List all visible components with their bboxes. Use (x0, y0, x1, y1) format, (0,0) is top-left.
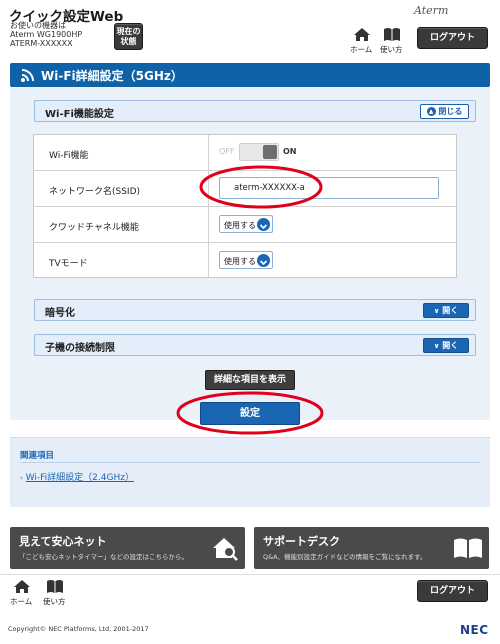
footer: ホーム 使い方 ログアウト Copyright© NEC Platforms, … (0, 574, 500, 644)
table-row-quad-channel: クワッドチャネル機能 使用する (34, 207, 456, 243)
table-row-tv-mode: TVモード 使用する (34, 243, 456, 279)
safety-net-subtitle: 「こども安心ネットタイマー」などの設定はこちらから。 (19, 553, 188, 561)
header-help-link[interactable]: 使い方 (380, 27, 404, 55)
current-status-button[interactable]: 現在の 状態 (114, 23, 143, 50)
expand-label: 開く (442, 306, 459, 315)
footer-home-link[interactable]: ホーム (10, 579, 34, 607)
safety-net-banner[interactable]: 見えて安心ネット 「こども安心ネットタイマー」などの設定はこちらから。 (10, 527, 245, 569)
ssid-label: ネットワーク名(SSID) (34, 171, 209, 206)
wifi-function-label: Wi-Fi機能 (34, 135, 209, 170)
tv-mode-label: TVモード (34, 243, 209, 278)
status-button-line1: 現在の (116, 27, 141, 36)
footer-help-link[interactable]: 使い方 (43, 579, 67, 607)
toggle-knob (263, 145, 277, 159)
table-row-ssid: ネットワーク名(SSID) (34, 171, 456, 207)
expand-label: 開く (442, 341, 459, 350)
help-label: 使い方 (380, 45, 403, 54)
wifi-off-label: OFF (219, 147, 235, 156)
section-header-wifi-function: Wi-Fi機能設定 ▲ 閉じる (34, 100, 476, 122)
header-home-link[interactable]: ホーム (350, 27, 374, 55)
section-title-wifi-function: Wi-Fi機能設定 (45, 109, 114, 120)
house-search-icon (213, 538, 238, 561)
section-header-client-limit: 子機の接続制限 ∨ 開く (34, 334, 476, 356)
page-title: Wi-Fi詳細設定（5GHz） (41, 69, 183, 83)
device-caption: お使いの機器は (10, 21, 66, 30)
quad-channel-value: 使用する (224, 221, 256, 230)
safety-net-title: 見えて安心ネット (19, 535, 107, 548)
section-title-encryption: 暗号化 (45, 308, 75, 319)
support-desk-banner[interactable]: サポートデスク Q&A、機能別設定ガイドなどの情報をご覧になれます。 (254, 527, 489, 569)
nec-logo: NEC (460, 623, 489, 637)
wifi-on-label: ON (283, 147, 297, 156)
chevron-up-icon: ▲ (426, 107, 436, 116)
home-label: ホーム (350, 45, 373, 54)
related-link-label: Wi-Fi詳細設定（2.4GHz） (25, 473, 134, 483)
support-desk-title: サポートデスク (263, 535, 340, 548)
section-title-client-limit: 子機の接続制限 (45, 343, 115, 354)
home-icon (354, 28, 370, 41)
device-model: Aterm WG1900HP (10, 30, 83, 39)
open-book-icon (454, 538, 482, 558)
bullet-icon: › (20, 474, 23, 482)
chevron-down-icon (257, 254, 270, 267)
logout-button[interactable]: ログアウト (417, 27, 488, 49)
show-details-button[interactable]: 詳細な項目を表示 (205, 370, 295, 390)
collapse-wifi-function-button[interactable]: ▲ 閉じる (420, 104, 469, 119)
expand-encryption-button[interactable]: ∨ 開く (423, 303, 469, 318)
book-icon (47, 580, 63, 593)
quad-channel-label: クワッドチャネル機能 (34, 207, 209, 242)
status-button-line2: 状態 (120, 37, 137, 46)
apply-button[interactable]: 設定 (200, 402, 300, 425)
device-name: ATERM-XXXXXX (10, 39, 73, 48)
support-desk-subtitle: Q&A、機能別設定ガイドなどの情報をご覧になれます。 (263, 553, 427, 561)
related-divider (20, 462, 480, 463)
section-header-encryption: 暗号化 ∨ 開く (34, 299, 476, 321)
header: クイック設定Web お使いの機器は Aterm WG1900HP ATERM-X… (0, 0, 500, 58)
wifi-icon (21, 69, 34, 82)
wifi-toggle-switch[interactable] (239, 143, 279, 161)
ssid-input[interactable] (219, 177, 439, 199)
related-title: 関連項目 (20, 451, 55, 461)
related-items: 関連項目 › Wi-Fi詳細設定（2.4GHz） (10, 437, 490, 507)
settings-table: Wi-Fi機能 OFF ON ネットワーク名(SSID) クワッドチャネル機能 … (33, 134, 457, 278)
footer-logout-button[interactable]: ログアウト (417, 580, 488, 602)
expand-client-limit-button[interactable]: ∨ 開く (423, 338, 469, 353)
tv-mode-value: 使用する (224, 257, 256, 266)
book-icon (384, 28, 400, 41)
copyright: Copyright© NEC Platforms, Ltd. 2001-2017 (8, 625, 149, 633)
tv-mode-select[interactable]: 使用する (219, 251, 273, 269)
collapse-label: 閉じる (438, 107, 463, 116)
chevron-down-icon: ∨ (433, 342, 440, 350)
home-icon (14, 580, 30, 593)
table-row-wifi: Wi-Fi機能 OFF ON (34, 135, 456, 171)
chevron-down-icon: ∨ (433, 307, 440, 315)
page-title-bar: Wi-Fi詳細設定（5GHz） (10, 63, 490, 87)
related-link-wifi-24ghz[interactable]: › Wi-Fi詳細設定（2.4GHz） (20, 470, 134, 483)
aterm-logo: Aterm (414, 4, 449, 17)
home-label: ホーム (10, 597, 33, 606)
help-label: 使い方 (43, 597, 66, 606)
quad-channel-select[interactable]: 使用する (219, 215, 273, 233)
chevron-down-icon (257, 218, 270, 231)
